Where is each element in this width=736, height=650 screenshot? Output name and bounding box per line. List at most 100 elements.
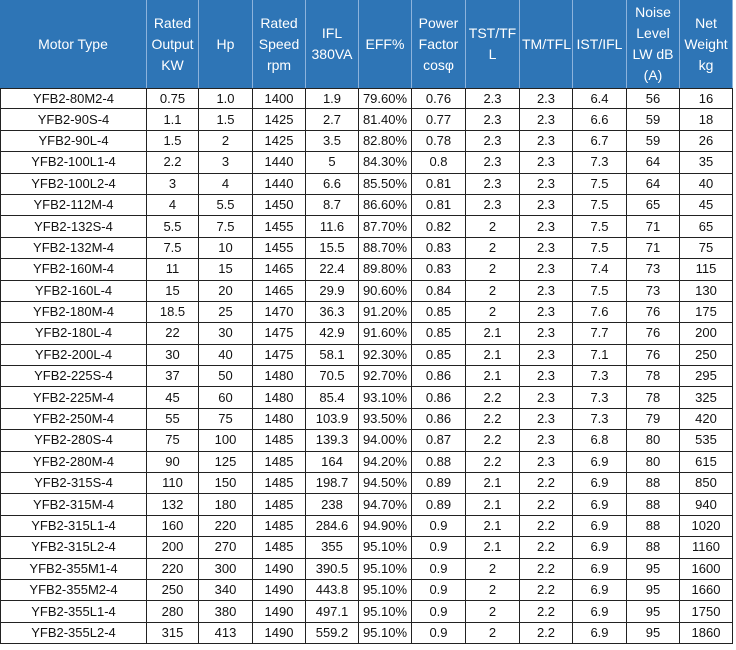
motor-type-cell: YFB2-315L2-4: [0, 537, 147, 559]
eff-percent-cell: 81.40%: [359, 109, 412, 131]
tst-tfl-cell: 2.3: [466, 152, 520, 174]
eff-percent-cell: 94.20%: [359, 451, 412, 474]
tst-tfl-cell: 2.3: [466, 88, 520, 110]
ist-ifl-cell: 6.9: [573, 473, 627, 495]
hp-cell: 100: [199, 430, 253, 452]
ist-ifl-cell: 6.6: [573, 109, 627, 131]
tst-tfl-cell: 2.3: [466, 109, 520, 131]
net-weight-cell: 75: [680, 237, 733, 260]
table-row: YFB2-225S-4 37 50 1480 70.5 92.70% 0.86 2.1 2.3 7…: [0, 366, 733, 388]
noise-level-cell: 78: [627, 387, 680, 409]
noise-level-cell: 64: [627, 173, 680, 195]
net-weight-cell: 325: [680, 387, 733, 409]
power-factor-cell: 0.89: [412, 494, 466, 516]
table-row: YFB2-200L-4 30 40 1475 58.1 92.30% 0.85 2.1 2.3 7…: [0, 344, 733, 367]
rated-speed-rpm-cell: 1400: [253, 88, 306, 110]
ifl-380va-cell: 355: [306, 537, 359, 559]
tm-tfl-cell: 2.2: [520, 473, 573, 495]
ifl-380va-cell: 58.1: [306, 344, 359, 367]
hp-cell: 60: [199, 387, 253, 409]
tst-tfl-cell: 2.1: [466, 344, 520, 367]
noise-level-cell: 88: [627, 494, 680, 516]
tm-tfl-cell: 2.3: [520, 280, 573, 302]
ist-ifl-cell: 7.6: [573, 301, 627, 324]
net-weight-cell: 420: [680, 408, 733, 431]
ifl-380va-cell: 8.7: [306, 194, 359, 217]
power-factor-cell: 0.83: [412, 259, 466, 281]
ist-ifl-cell: 7.3: [573, 366, 627, 388]
ifl-380va-cell: 2.7: [306, 109, 359, 131]
eff-percent-cell: 95.10%: [359, 601, 412, 623]
tst-tfl-cell: 2: [466, 237, 520, 260]
net-weight-cell: 40: [680, 173, 733, 195]
eff-percent-cell: 88.70%: [359, 237, 412, 260]
rated-speed-rpm-cell: 1485: [253, 430, 306, 452]
ist-ifl-cell: 7.3: [573, 408, 627, 431]
rated-speed-rpm-cell: 1465: [253, 259, 306, 281]
noise-level-cell: 80: [627, 430, 680, 452]
ist-ifl-cell: 7.5: [573, 194, 627, 217]
rated-speed-rpm-cell: 1450: [253, 194, 306, 217]
noise-level-cell: 59: [627, 109, 680, 131]
ifl-380va-cell: 85.4: [306, 387, 359, 409]
motor-type-cell: YFB2-90L-4: [0, 130, 147, 153]
tm-tfl-cell: 2.2: [520, 558, 573, 580]
rated-speed-rpm-header: Rated Speed rpm: [253, 0, 306, 88]
ifl-380va-cell: 22.4: [306, 259, 359, 281]
motor-type-cell: YFB2-160L-4: [0, 280, 147, 302]
table-header: Motor Type Rated Output KW Hp Rated Spee…: [0, 0, 733, 88]
motor-type-cell: YFB2-355L1-4: [0, 601, 147, 623]
rated-output-kw-cell: 15: [147, 280, 199, 302]
net-weight-cell: 115: [680, 259, 733, 281]
eff-percent-cell: 93.10%: [359, 387, 412, 409]
net-weight-cell: 850: [680, 473, 733, 495]
net-weight-cell: 1750: [680, 601, 733, 623]
ifl-380va-cell: 15.5: [306, 237, 359, 260]
power-factor-cell: 0.86: [412, 408, 466, 431]
net-weight-cell: 1860: [680, 622, 733, 645]
noise-level-cell: 56: [627, 88, 680, 110]
rated-speed-rpm-cell: 1490: [253, 558, 306, 580]
noise-level-cell: 71: [627, 237, 680, 260]
tst-tfl-cell: 2.1: [466, 494, 520, 516]
motor-type-cell: YFB2-280M-4: [0, 451, 147, 474]
tst-tfl-cell: 2.1: [466, 323, 520, 345]
tst-tfl-cell: 2.3: [466, 173, 520, 195]
hp-cell: 220: [199, 515, 253, 538]
ist-ifl-cell: 7.5: [573, 237, 627, 260]
tst-tfl-cell: 2.3: [466, 130, 520, 153]
tm-tfl-cell: 2.2: [520, 515, 573, 538]
rated-output-kw-cell: 45: [147, 387, 199, 409]
motor-type-cell: YFB2-112M-4: [0, 194, 147, 217]
table-row: YFB2-132S-4 5.5 7.5 1455 11.6 87.70% 0.82 2 2.3 7…: [0, 216, 733, 238]
tst-tfl-cell: 2: [466, 280, 520, 302]
eff-percent-cell: 89.80%: [359, 259, 412, 281]
ifl-380va-cell: 6.6: [306, 173, 359, 195]
power-factor-cell: 0.8: [412, 152, 466, 174]
rated-output-kw-cell: 2.2: [147, 152, 199, 174]
motor-type-cell: YFB2-355M1-4: [0, 558, 147, 580]
hp-cell: 413: [199, 622, 253, 645]
table-row: YFB2-315L1-4 160 220 1485 284.6 94.90% 0.9 2.1 2…: [0, 515, 733, 538]
tm-tfl-cell: 2.3: [520, 173, 573, 195]
tm-tfl-cell: 2.3: [520, 408, 573, 431]
header-row: Motor Type Rated Output KW Hp Rated Spee…: [0, 0, 733, 88]
table-body: YFB2-80M2-4 0.75 1.0 1400 1.9 79.60% 0.76 2.3 2.…: [0, 88, 733, 645]
rated-output-kw-cell: 90: [147, 451, 199, 474]
hp-cell: 4: [199, 173, 253, 195]
noise-level-cell: 79: [627, 408, 680, 431]
tst-tfl-cell: 2.2: [466, 430, 520, 452]
table-row: YFB2-100L1-4 2.2 3 1440 5 84.30% 0.8 2.3 2.3 7.3 6…: [0, 152, 733, 174]
ist-ifl-cell: 6.9: [573, 451, 627, 474]
hp-cell: 30: [199, 323, 253, 345]
hp-cell: 180: [199, 494, 253, 516]
power-factor-cell: 0.9: [412, 622, 466, 645]
noise-level-cell: 76: [627, 344, 680, 367]
motor-type-cell: YFB2-90S-4: [0, 109, 147, 131]
noise-level-cell: 88: [627, 515, 680, 538]
hp-cell: 7.5: [199, 216, 253, 238]
eff-percent-cell: 92.30%: [359, 344, 412, 367]
power-factor-cell: 0.86: [412, 366, 466, 388]
motor-type-cell: YFB2-355L2-4: [0, 622, 147, 645]
rated-speed-rpm-cell: 1465: [253, 280, 306, 302]
